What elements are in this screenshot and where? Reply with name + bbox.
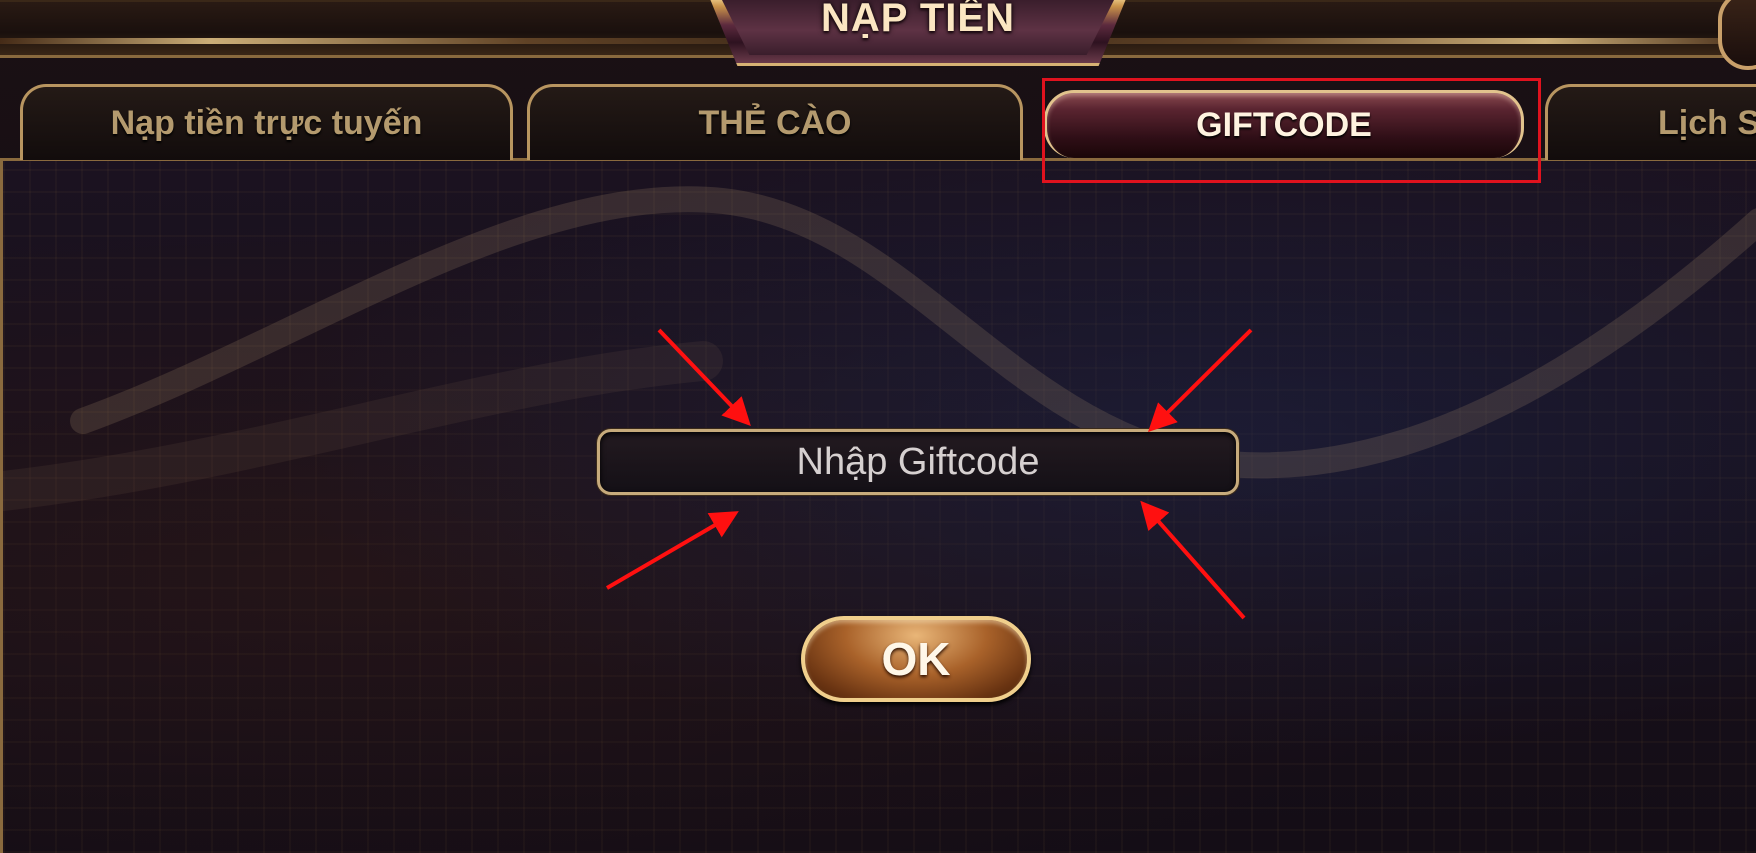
tab-label: Nạp tiền trực tuyến: [110, 104, 423, 142]
title-plate: NẠP TIỀN: [708, 0, 1128, 66]
ok-button-label: OK: [881, 633, 951, 685]
tab-label: GIFTCODE: [1196, 106, 1372, 144]
giftcode-panel: [0, 158, 1756, 853]
tab-label: Lịch S: [1658, 104, 1756, 142]
page-title: NẠP TIỀN: [821, 0, 1015, 40]
ok-button[interactable]: OK: [801, 616, 1031, 702]
tab-history[interactable]: Lịch S: [1545, 84, 1756, 160]
giftcode-input[interactable]: [597, 429, 1239, 495]
tab-scratch-card[interactable]: THẺ CÀO: [527, 84, 1023, 160]
decorative-swoosh: [3, 186, 1756, 511]
tab-label: THẺ CÀO: [698, 104, 852, 142]
tab-bar: Nạp tiền trực tuyến THẺ CÀO GIFTCODE Lịc…: [0, 84, 1756, 160]
deposit-window: NẠP TIỀN Nạp tiền trực tuyến THẺ CÀO GIF…: [0, 0, 1756, 853]
tab-giftcode[interactable]: GIFTCODE: [1044, 90, 1524, 158]
tab-online-deposit[interactable]: Nạp tiền trực tuyến: [20, 84, 513, 160]
corner-ornament-icon: [1718, 0, 1756, 70]
